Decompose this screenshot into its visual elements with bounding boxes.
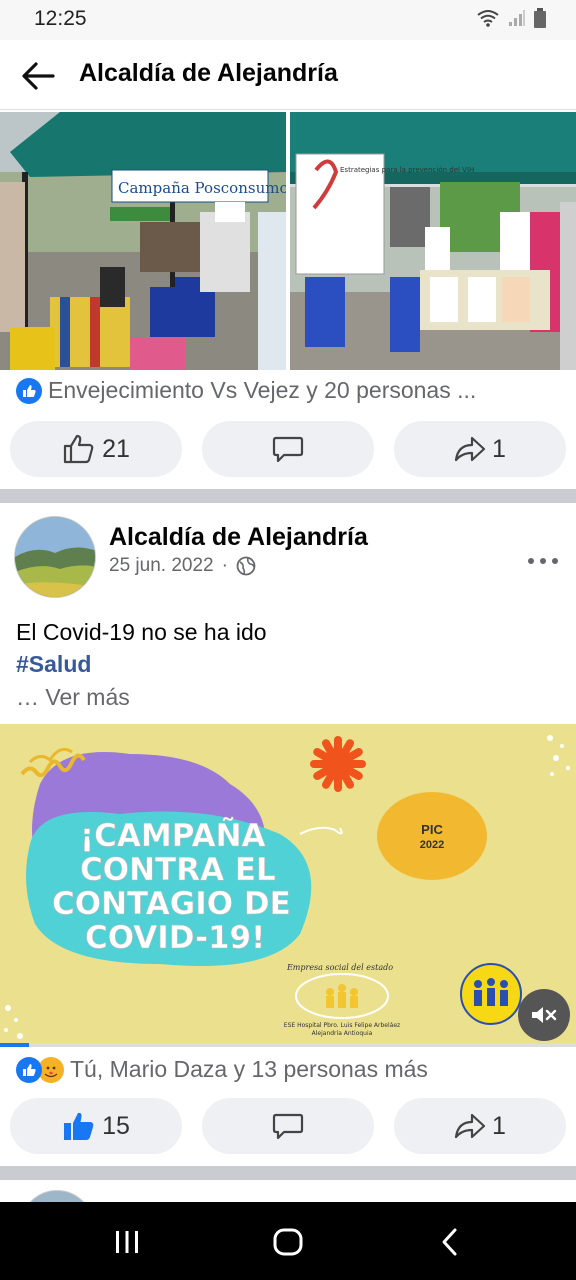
signal-icon (509, 10, 525, 26)
arrow-left-icon (22, 62, 55, 90)
like-reaction-icon (16, 1056, 42, 1083)
post-photo-left[interactable]: Campaña Posconsumo (0, 112, 286, 370)
campaign-line-4: COVID-19! (85, 920, 265, 956)
photo-health-stand: Estrategias para la prevención del VIH (290, 112, 576, 370)
logo-place-text: Alejandría Antioquia (312, 1030, 373, 1037)
post2-reactions-summary[interactable]: Tú, Mario Daza y 13 personas más (16, 1056, 428, 1083)
post1-reactions-summary[interactable]: Envejecimiento Vs Vejez y 20 personas ..… (16, 377, 476, 404)
wifi-icon (477, 10, 499, 27)
post2-date[interactable]: 25 jun. 2022 (109, 555, 214, 577)
post2-share-button[interactable]: 1 (394, 1098, 566, 1154)
video-progress-fill (0, 1043, 29, 1047)
post1-like-button[interactable]: 21 (10, 421, 182, 477)
speaker-muted-icon (532, 1007, 557, 1023)
campaign-line-1: ¡CAMPAÑA (80, 817, 266, 854)
post2-like-button[interactable]: 15 (10, 1098, 182, 1154)
campaign-line-3: CONTAGIO DE (52, 886, 291, 922)
recent-apps-button[interactable] (107, 1222, 147, 1262)
campaign-graphic: PIC 2022 ¡CAMPAÑA CONTRA EL CONTAGIO DE … (0, 724, 576, 1046)
share-icon (454, 436, 486, 462)
post1-like-count: 21 (102, 434, 130, 463)
status-icons (476, 8, 546, 28)
more-options-button[interactable] (527, 545, 559, 571)
home-icon (273, 1228, 303, 1256)
post1-share-button[interactable]: 1 (394, 421, 566, 477)
post2-share-count: 1 (492, 1111, 506, 1140)
home-button[interactable] (268, 1222, 308, 1262)
post2-text: El Covid-19 no se ha ido (16, 619, 267, 645)
like-reaction-icon (16, 377, 42, 404)
photo-tent-scene: Campaña Posconsumo (0, 112, 286, 370)
meta-separator: · (221, 555, 228, 576)
pic-badge-title: PIC (421, 822, 443, 837)
page-title: Alcaldía de Alejandría (79, 59, 338, 87)
logo-bottom-text: ESE Hospital Pbro. Luis Felipe Arbeláez (284, 1022, 400, 1029)
mute-button[interactable] (518, 989, 570, 1041)
battery-icon (534, 8, 546, 28)
comment-icon (272, 1113, 304, 1140)
campaign-video[interactable]: PIC 2022 ¡CAMPAÑA CONTRA EL CONTAGIO DE … (0, 724, 576, 1046)
post2-like-count: 15 (102, 1111, 130, 1140)
chevron-left-icon (442, 1228, 457, 1256)
status-time: 12:25 (34, 7, 87, 30)
globe-icon (236, 556, 256, 576)
page-header: Alcaldía de Alejandría (0, 40, 576, 110)
thumbs-up-outline-icon (63, 434, 94, 464)
status-bar: 12:25 (0, 0, 576, 40)
thumbs-up-filled-icon (64, 1112, 94, 1140)
post1-reactions-text: Envejecimiento Vs Vejez y 20 personas ..… (48, 377, 477, 403)
post1-comment-button[interactable] (202, 421, 374, 477)
post2-reactions-text: Tú, Mario Daza y 13 personas más (70, 1056, 428, 1082)
pic-badge-year: 2022 (420, 839, 444, 851)
avatar-landscape-image (15, 517, 95, 597)
video-progress-bar[interactable] (0, 1043, 576, 1047)
back-button[interactable] (18, 56, 58, 96)
post2-author[interactable]: Alcaldía de Alejandría (109, 523, 368, 552)
photo-sign-right: Estrategias para la prevención del VIH (340, 166, 474, 174)
post2-meta: 25 jun. 2022 · (109, 555, 256, 577)
photo-sign-left: Campaña Posconsumo (118, 179, 286, 197)
campaign-line-2: CONTRA EL (80, 852, 276, 888)
reaction-icons (16, 1056, 64, 1083)
post-divider (0, 1166, 576, 1180)
post2-hashtag[interactable]: #Salud (16, 651, 91, 678)
post-divider (0, 489, 576, 503)
recent-apps-icon (116, 1231, 138, 1253)
avatar[interactable] (14, 516, 96, 598)
post2-comment-button[interactable] (202, 1098, 374, 1154)
back-nav-button[interactable] (430, 1222, 470, 1262)
comment-icon (272, 436, 304, 463)
share-icon (454, 1113, 486, 1139)
logo-top-text: Empresa social del estado (286, 963, 393, 972)
post1-share-count: 1 (492, 434, 506, 463)
system-nav-bar (0, 1202, 576, 1280)
more-dots-icon (528, 558, 558, 564)
see-more-link[interactable]: … Ver más (16, 684, 130, 711)
post-photo-right[interactable]: Estrategias para la prevención del VIH (290, 112, 576, 370)
